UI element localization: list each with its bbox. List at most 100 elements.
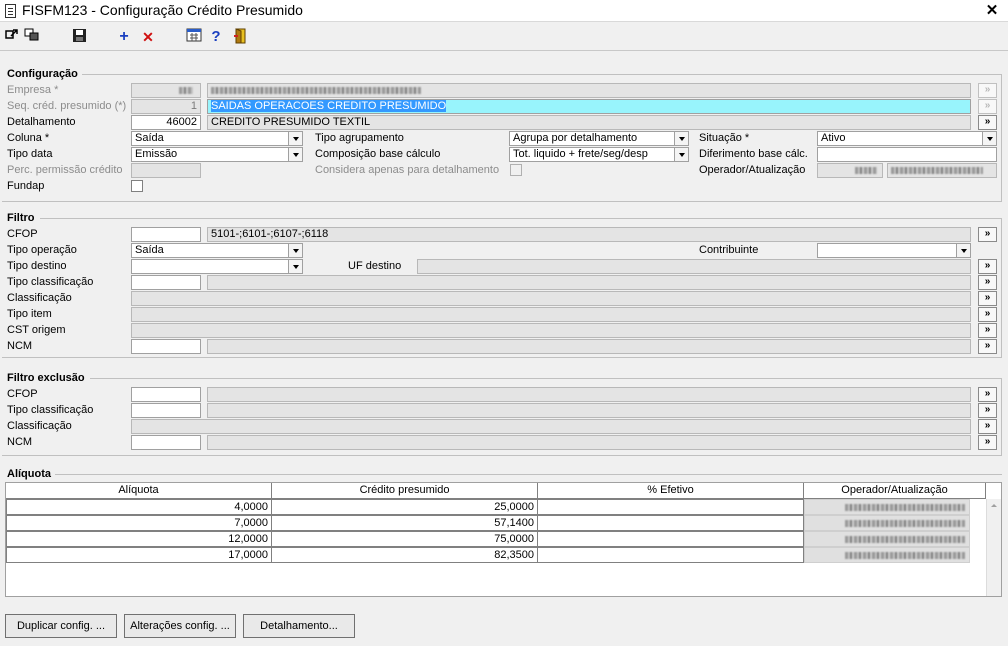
- tipo-item-field: [131, 307, 971, 322]
- excl-tipo-classificacao-field[interactable]: [131, 403, 201, 418]
- col-header-operador[interactable]: Operador/Atualização: [804, 483, 986, 499]
- detalhamento-field[interactable]: 46002: [131, 115, 201, 130]
- ncm-lookup-button[interactable]: »: [978, 339, 997, 354]
- tipo-item-lookup-button[interactable]: »: [978, 307, 997, 322]
- composicao-select[interactable]: Tot. liquido + frete/seg/desp: [509, 147, 689, 162]
- excl-cfop-lookup-button[interactable]: »: [978, 387, 997, 402]
- uf-destino-field: [417, 259, 971, 274]
- calculator-icon[interactable]: [185, 28, 203, 46]
- perc-label: Perc. permissão crédito: [7, 164, 123, 176]
- considera-checkbox[interactable]: [510, 164, 522, 176]
- classificacao-label: Classificação: [7, 292, 72, 304]
- aliquota-table[interactable]: Alíquota Crédito presumido % Efetivo Ope…: [5, 482, 1002, 597]
- contribuinte-select[interactable]: [817, 243, 971, 258]
- add-icon[interactable]: +: [115, 28, 133, 46]
- excl-cfop-label: CFOP: [7, 388, 38, 400]
- table-cell-operador: [804, 547, 970, 563]
- window-icon[interactable]: [23, 28, 41, 46]
- cst-origem-lookup-button[interactable]: »: [978, 323, 997, 338]
- contribuinte-label: Contribuinte: [699, 244, 759, 256]
- table-cell-aliquota[interactable]: 17,0000: [6, 547, 272, 563]
- seq-description-field[interactable]: SAIDAS OPERACOES CREDITO PRESUMIDO: [207, 99, 971, 114]
- col-header-efetivo[interactable]: % Efetivo: [538, 483, 804, 499]
- excl-ncm-lookup-button[interactable]: »: [978, 435, 997, 450]
- excl-classificacao-label: Classificação: [7, 420, 72, 432]
- col-header-aliquota[interactable]: Alíquota: [6, 483, 272, 499]
- close-button[interactable]: ✕: [982, 1, 1002, 20]
- scroll-up-icon[interactable]: [987, 499, 1001, 511]
- uf-destino-lookup-button[interactable]: »: [978, 259, 997, 274]
- delete-icon[interactable]: ✕: [139, 28, 157, 46]
- col-header-credito[interactable]: Crédito presumido: [272, 483, 538, 499]
- detalhamento-description-field: CREDITO PRESUMIDO TEXTIL: [207, 115, 971, 130]
- table-cell-efetivo[interactable]: [537, 515, 804, 531]
- perc-field: [131, 163, 201, 178]
- seq-lookup-button[interactable]: »: [978, 99, 997, 114]
- tipo-operacao-select[interactable]: Saída: [131, 243, 303, 258]
- filtro-cfop-lookup-button[interactable]: »: [978, 227, 997, 242]
- excl-classificacao-field: [131, 419, 971, 434]
- empresa-lookup-button[interactable]: »: [978, 83, 997, 98]
- excl-tipo-classificacao-desc: [207, 403, 971, 418]
- tipo-classificacao-label: Tipo classificação: [7, 276, 94, 288]
- exit-door-icon[interactable]: [231, 28, 249, 46]
- chevron-down-icon[interactable]: [674, 148, 688, 161]
- fundap-checkbox[interactable]: [131, 180, 143, 192]
- situacao-select[interactable]: Ativo: [817, 131, 997, 146]
- tipo-operacao-label: Tipo operação: [7, 244, 77, 256]
- tipo-classificacao-lookup-button[interactable]: »: [978, 275, 997, 290]
- tipo-data-label: Tipo data: [7, 148, 53, 160]
- table-cell-credito[interactable]: 82,3500: [271, 547, 538, 563]
- seq-label: Seq. créd. presumido (*): [7, 100, 127, 112]
- detalhamento-label: Detalhamento: [7, 116, 76, 128]
- filtro-cfop-label: CFOP: [7, 228, 38, 240]
- chevron-down-icon[interactable]: [982, 132, 996, 145]
- tipo-agrupamento-select[interactable]: Agrupa por detalhamento: [509, 131, 689, 146]
- table-cell-credito[interactable]: 57,1400: [271, 515, 538, 531]
- cst-origem-field: [131, 323, 971, 338]
- coluna-select[interactable]: Saída: [131, 131, 303, 146]
- chevron-down-icon[interactable]: [288, 132, 302, 145]
- diferimento-field[interactable]: [817, 147, 997, 162]
- table-scrollbar[interactable]: [986, 499, 1001, 596]
- excl-cfop-field[interactable]: [131, 387, 201, 402]
- tipo-classificacao-field[interactable]: [131, 275, 201, 290]
- tipo-data-select[interactable]: Emissão: [131, 147, 303, 162]
- tipo-destino-select[interactable]: [131, 259, 303, 274]
- detalhamento-button[interactable]: Detalhamento...: [243, 614, 355, 638]
- detalhamento-lookup-button[interactable]: »: [978, 115, 997, 130]
- excl-classificacao-lookup-button[interactable]: »: [978, 419, 997, 434]
- excl-ncm-field[interactable]: [131, 435, 201, 450]
- classificacao-lookup-button[interactable]: »: [978, 291, 997, 306]
- save-icon[interactable]: [70, 28, 88, 46]
- chevron-down-icon[interactable]: [288, 244, 302, 257]
- table-cell-aliquota[interactable]: 12,0000: [6, 531, 272, 547]
- chevron-down-icon[interactable]: [674, 132, 688, 145]
- excl-tipo-classificacao-lookup-button[interactable]: »: [978, 403, 997, 418]
- chevron-down-icon[interactable]: [288, 260, 302, 273]
- chevron-down-icon[interactable]: [288, 148, 302, 161]
- table-cell-credito[interactable]: 75,0000: [271, 531, 538, 547]
- table-cell-efetivo[interactable]: [537, 547, 804, 563]
- table-cell-operador: [804, 515, 970, 531]
- ncm-desc: [207, 339, 971, 354]
- arrow-out-icon[interactable]: [3, 28, 21, 46]
- alteracoes-config-button[interactable]: Alterações config. ...: [124, 614, 236, 638]
- duplicar-config-button[interactable]: Duplicar config. ...: [5, 614, 117, 638]
- situacao-label: Situação *: [699, 132, 750, 144]
- table-cell-aliquota[interactable]: 7,0000: [6, 515, 272, 531]
- table-cell-aliquota[interactable]: 4,0000: [6, 499, 272, 515]
- chevron-down-icon[interactable]: [956, 244, 970, 257]
- aliquota-divider: [55, 474, 1002, 475]
- table-cell-efetivo[interactable]: [537, 499, 804, 515]
- title-bar: FISFM123 - Configuração Crédito Presumid…: [0, 0, 1008, 22]
- table-cell-efetivo[interactable]: [537, 531, 804, 547]
- help-icon[interactable]: ?: [207, 28, 225, 46]
- table-cell-credito[interactable]: 25,0000: [271, 499, 538, 515]
- tipo-classificacao-desc: [207, 275, 971, 290]
- filtro-cfop-list: 5101-;6101-;6107-;6118: [207, 227, 971, 242]
- ncm-field[interactable]: [131, 339, 201, 354]
- filtro-cfop-field[interactable]: [131, 227, 201, 242]
- empresa-label: Empresa *: [7, 84, 59, 96]
- excl-ncm-label: NCM: [7, 436, 33, 448]
